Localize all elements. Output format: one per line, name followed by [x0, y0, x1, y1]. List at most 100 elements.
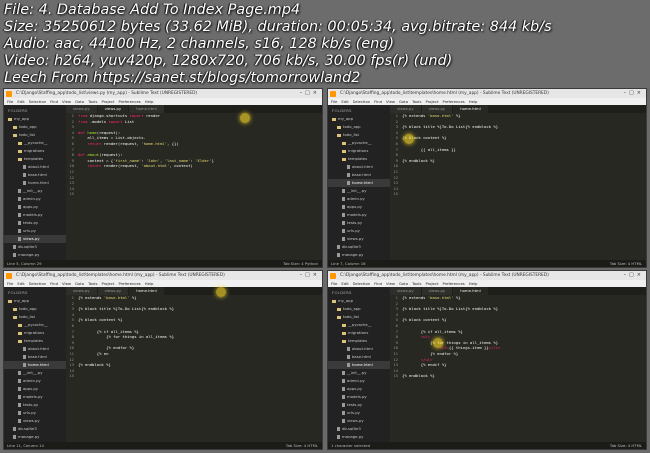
- sidebar-tree-item[interactable]: apps.py: [328, 203, 390, 211]
- sidebar-tree-item[interactable]: my_app: [4, 297, 66, 305]
- maximize-icon[interactable]: □: [629, 90, 637, 96]
- sidebar-tree-item[interactable]: __pycache__: [328, 321, 390, 329]
- close-icon[interactable]: ×: [637, 90, 644, 96]
- menu-item-find[interactable]: Find: [50, 281, 58, 286]
- sidebar-tree-item[interactable]: apps.py: [4, 385, 66, 393]
- menu-item-preferences[interactable]: Preferences: [442, 281, 464, 286]
- sidebar-tree-item[interactable]: __init__.py: [328, 187, 390, 195]
- menu-item-file[interactable]: File: [331, 99, 337, 104]
- sidebar-tree-item[interactable]: __pycache__: [4, 139, 66, 147]
- code-editor[interactable]: 1 {% extends 'base.html' %} 2 3 {% block tit…: [390, 113, 646, 260]
- menu-item-preferences[interactable]: Preferences: [118, 281, 140, 286]
- sidebar-tree-item[interactable]: __pycache__: [328, 139, 390, 147]
- sidebar-tree-item[interactable]: todo_app: [4, 305, 66, 313]
- sidebar-tree-item[interactable]: base.html: [4, 353, 66, 361]
- sidebar-tree-item[interactable]: models.py: [328, 393, 390, 401]
- editor-tab[interactable]: views.py: [390, 287, 421, 295]
- menu-item-help[interactable]: Help: [469, 99, 478, 104]
- sidebar-tree-item[interactable]: migrations: [4, 329, 66, 337]
- menu-item-tools[interactable]: Tools: [412, 281, 421, 286]
- sidebar-tree-item[interactable]: todo_list: [328, 131, 390, 139]
- sidebar-tree-item[interactable]: views.py: [4, 235, 66, 243]
- menu-item-tools[interactable]: Tools: [88, 281, 97, 286]
- menu-item-file[interactable]: File: [7, 281, 13, 286]
- sidebar-tree-item[interactable]: migrations: [4, 147, 66, 155]
- menu-item-goto[interactable]: Goto: [399, 99, 408, 104]
- maximize-icon[interactable]: □: [629, 272, 637, 278]
- sidebar-tree-item[interactable]: db.sqlite3: [4, 425, 66, 433]
- menu-item-project[interactable]: Project: [425, 281, 438, 286]
- sidebar-tree-item[interactable]: manage.py: [4, 251, 66, 259]
- sidebar-tree-item[interactable]: todo_list: [4, 313, 66, 321]
- sidebar-tree-item[interactable]: admin.py: [328, 195, 390, 203]
- sidebar-tree-item[interactable]: db.sqlite3: [328, 425, 390, 433]
- editor-tab[interactable]: home.html: [453, 105, 488, 113]
- editor-tab[interactable]: views.py: [390, 105, 421, 113]
- sidebar-tree-item[interactable]: admin.py: [4, 195, 66, 203]
- menu-item-tools[interactable]: Tools: [412, 99, 421, 104]
- editor-tab[interactable]: views.py: [97, 105, 129, 113]
- sidebar-tree-item[interactable]: models.py: [328, 211, 390, 219]
- sidebar-tree-item[interactable]: tests.py: [328, 401, 390, 409]
- sidebar-tree-item[interactable]: todo_app: [328, 305, 390, 313]
- menu-item-edit[interactable]: Edit: [341, 99, 348, 104]
- status-right-info[interactable]: Tab Size: 4 HTML: [610, 260, 642, 267]
- editor-tab[interactable]: views.py: [66, 105, 97, 113]
- status-right-info[interactable]: Tab Size: 4 HTML: [610, 442, 642, 449]
- sidebar-tree-item[interactable]: templates: [4, 155, 66, 163]
- sidebar-tree-item[interactable]: my_app: [4, 115, 66, 123]
- menu-item-view[interactable]: View: [62, 281, 71, 286]
- sidebar-tree-item[interactable]: db.sqlite3: [328, 243, 390, 251]
- sidebar-tree-item[interactable]: views.py: [4, 417, 66, 425]
- sidebar-tree-item[interactable]: manage.py: [4, 433, 66, 441]
- sidebar-tree-item[interactable]: about.html: [328, 345, 390, 353]
- sidebar-tree-item[interactable]: db.sqlite3: [4, 243, 66, 251]
- sidebar-tree-item[interactable]: base.html: [4, 171, 66, 179]
- sidebar-tree-item[interactable]: todo_app: [4, 123, 66, 131]
- sidebar-tree-item[interactable]: todo_list: [4, 131, 66, 139]
- maximize-icon[interactable]: □: [305, 90, 313, 96]
- sidebar-tree-item[interactable]: views.py: [328, 235, 390, 243]
- sidebar-tree-item[interactable]: views.py: [328, 417, 390, 425]
- sidebar-tree-item[interactable]: apps.py: [4, 203, 66, 211]
- menu-item-view[interactable]: View: [386, 99, 395, 104]
- sidebar-tree-item[interactable]: urls.py: [328, 227, 390, 235]
- sidebar-tree-item[interactable]: apps.py: [328, 385, 390, 393]
- sidebar-tree-item[interactable]: base.html: [328, 171, 390, 179]
- menu-item-selection[interactable]: Selection: [353, 99, 371, 104]
- sidebar-tree-item[interactable]: home.html: [328, 361, 390, 369]
- sidebar-tree-item[interactable]: urls.py: [328, 409, 390, 417]
- editor-tab[interactable]: views.py: [66, 287, 97, 295]
- menu-item-find[interactable]: Find: [374, 99, 382, 104]
- menu-item-view[interactable]: View: [62, 99, 71, 104]
- editor-tab[interactable]: views.py: [421, 105, 453, 113]
- menu-item-help[interactable]: Help: [145, 99, 154, 104]
- sidebar-tree-item[interactable]: tests.py: [4, 401, 66, 409]
- sidebar-tree-item[interactable]: models.py: [4, 211, 66, 219]
- menu-item-find[interactable]: Find: [374, 281, 382, 286]
- menu-item-selection[interactable]: Selection: [29, 281, 47, 286]
- sidebar-tree-item[interactable]: migrations: [328, 147, 390, 155]
- menu-item-preferences[interactable]: Preferences: [442, 99, 464, 104]
- sidebar-tree-item[interactable]: tests.py: [4, 219, 66, 227]
- menu-item-edit[interactable]: Edit: [17, 99, 24, 104]
- menu-item-project[interactable]: Project: [425, 99, 438, 104]
- sidebar-tree-item[interactable]: templates: [328, 337, 390, 345]
- menu-item-preferences[interactable]: Preferences: [118, 99, 140, 104]
- sidebar-tree-item[interactable]: migrations: [328, 329, 390, 337]
- editor-tab[interactable]: views.py: [421, 287, 453, 295]
- sidebar-tree-item[interactable]: about.html: [328, 163, 390, 171]
- sidebar-tree-item[interactable]: home.html: [328, 179, 390, 187]
- sidebar-tree-item[interactable]: __pycache__: [4, 321, 66, 329]
- sidebar-tree-item[interactable]: home.html: [4, 361, 66, 369]
- sidebar-tree-item[interactable]: admin.py: [4, 377, 66, 385]
- sidebar-tree-item[interactable]: admin.py: [328, 377, 390, 385]
- menu-item-edit[interactable]: Edit: [17, 281, 24, 286]
- sidebar-tree-item[interactable]: urls.py: [4, 409, 66, 417]
- sidebar-tree-item[interactable]: urls.py: [4, 227, 66, 235]
- menu-item-edit[interactable]: Edit: [341, 281, 348, 286]
- sidebar-tree-item[interactable]: my_app: [328, 297, 390, 305]
- menu-item-file[interactable]: File: [7, 99, 13, 104]
- sidebar-tree-item[interactable]: manage.py: [328, 433, 390, 441]
- sidebar-tree-item[interactable]: about.html: [4, 163, 66, 171]
